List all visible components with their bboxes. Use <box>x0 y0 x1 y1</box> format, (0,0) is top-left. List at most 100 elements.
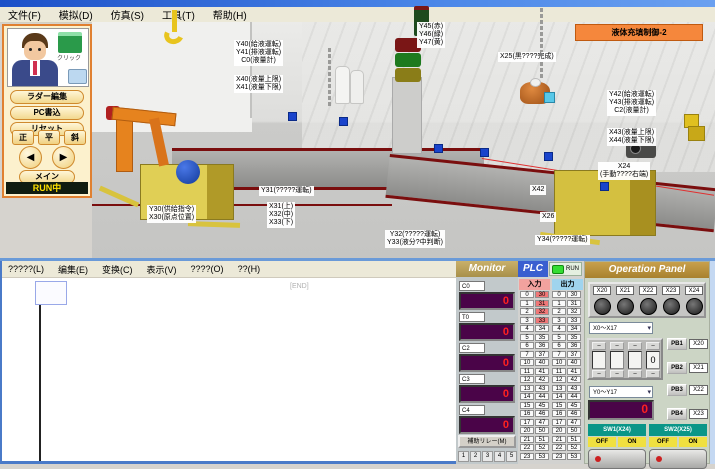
green-book <box>58 32 82 53</box>
monitor-title: Monitor <box>456 261 518 277</box>
push-button-pb3[interactable]: PB3 <box>667 384 687 396</box>
plc-input-cell: 15 <box>520 402 534 409</box>
toggle-knob[interactable] <box>617 298 634 315</box>
push-button-pb2[interactable]: PB2 <box>667 362 687 374</box>
thumbwheel-up-button[interactable]: – <box>592 342 606 350</box>
sim-device-label: Y30(供給指令)X30(原点位置) <box>147 205 196 223</box>
push-button-pb1[interactable]: PB1 <box>667 338 687 350</box>
sim-label-line: Y34(?????運転) <box>537 236 588 244</box>
aux-relay-button[interactable]: 補助リレー(M) <box>458 435 516 448</box>
plc-output-cell: 5 <box>552 334 566 341</box>
thumbwheel-down-button[interactable]: – <box>592 370 606 378</box>
plc-input-cell: 30 <box>535 291 549 298</box>
menu-item[interactable]: 工具(T) <box>162 7 195 22</box>
toggle-knob[interactable] <box>594 298 611 315</box>
monitor-page-tab[interactable]: 1 <box>458 451 469 462</box>
menu-item[interactable]: 帮助(H) <box>213 7 247 22</box>
blue-sensor <box>480 148 489 157</box>
sim-device-label: Y31(?????運転) <box>259 186 314 196</box>
knob-strip: X20X21X22X23X24 <box>588 282 706 318</box>
switch-header: SW1(X24) <box>588 424 646 436</box>
sim-label-line: X26 <box>542 213 554 221</box>
monitor-page-tab[interactable]: 2 <box>470 451 481 462</box>
output-column-header: 出力 <box>552 279 583 290</box>
plc-output-cell: 15 <box>552 402 566 409</box>
sim-device-label: X43(液量上限)X44(液量下限) <box>607 128 656 146</box>
thumbwheel-down-button[interactable]: – <box>628 370 642 378</box>
knob-device-label: X21 <box>616 286 634 295</box>
sim-label-line: X30(原点位置) <box>149 214 194 222</box>
toggle-knob[interactable] <box>686 298 703 315</box>
view-button[interactable]: 平 <box>38 130 60 145</box>
menu-item[interactable]: 文件(F) <box>8 7 41 22</box>
plc-input-cell: 6 <box>520 342 534 349</box>
avatar-eye <box>38 48 41 51</box>
plc-output-cell: 42 <box>567 376 581 383</box>
plc-output-cell: 31 <box>567 300 581 307</box>
arrow-right-glyph[interactable]: ▶ <box>52 146 75 169</box>
menu-item[interactable]: 模拟(D) <box>59 7 93 22</box>
operation-panel-title: Operation Panel <box>585 262 709 278</box>
ladder-menu-item[interactable]: ??(H) <box>238 264 261 274</box>
ladder-menu-item[interactable]: ????(O) <box>191 264 224 274</box>
sim-label-line: Y32(?????運転) <box>387 231 443 239</box>
thumbwheel-down-button[interactable]: – <box>646 370 660 378</box>
chain <box>540 8 543 78</box>
ladder-menu-item[interactable]: 编集(E) <box>58 263 88 276</box>
panel-button[interactable]: PC書込 <box>10 106 84 120</box>
thumbwheel-down-button[interactable]: – <box>610 370 624 378</box>
panel-button[interactable]: ラダー編集 <box>10 90 84 104</box>
plc-output-cell: 47 <box>567 419 581 426</box>
ladder-menu-item[interactable]: 表示(V) <box>147 263 177 276</box>
view-button[interactable]: 斜 <box>64 130 86 145</box>
monitor-value-lcd: 0 <box>459 354 515 372</box>
menu-item[interactable]: 仿真(S) <box>111 7 144 22</box>
plc-input-cell: 0 <box>520 291 534 298</box>
switch-off-on-row: OFFON <box>588 437 646 447</box>
rocker-switch[interactable] <box>649 449 707 469</box>
top-menubar: 文件(F) 模拟(D) 仿真(S) 工具(T) 帮助(H) <box>0 7 715 23</box>
thumbwheel-up-button[interactable]: – <box>646 342 660 350</box>
ladder-menu-item[interactable]: ?????(L) <box>8 264 44 274</box>
push-button-device: X22 <box>689 385 708 395</box>
plc-input-cell: 1 <box>520 300 534 307</box>
ladder-editor[interactable]: ?????(L)编集(E)变换(C)表示(V)????(O)??(H) [END… <box>0 261 456 464</box>
plc-input-cell: 37 <box>535 351 549 358</box>
y-device-select[interactable]: Y0～Y17 <box>589 386 653 398</box>
plc-output-cell: 53 <box>567 453 581 460</box>
instructor-avatar: クリック <box>7 28 89 87</box>
data-display-lcd: 0 <box>588 400 654 420</box>
thumbwheel-switch: –––––––0– <box>587 338 663 380</box>
toggle-knob[interactable] <box>640 298 657 315</box>
thumbwheel-up-button[interactable]: – <box>610 342 624 350</box>
plc-input-cell: 43 <box>535 385 549 392</box>
avatar-tie <box>33 61 37 75</box>
monitor-device-name: C4 <box>459 405 485 415</box>
arrow-left-glyph[interactable]: ◀ <box>19 146 42 169</box>
sim-label-line: Y40(給液運転) <box>236 41 281 49</box>
view-button[interactable]: 正 <box>12 130 34 145</box>
plc-output-cell: 16 <box>552 410 566 417</box>
toggle-knob[interactable] <box>663 298 680 315</box>
blue-sensor <box>544 152 553 161</box>
sim-device-label: X26 <box>540 212 556 222</box>
plc-input-cell: 33 <box>535 317 549 324</box>
push-button-pb4[interactable]: PB4 <box>667 408 687 420</box>
x-device-select[interactable]: X0～X17 <box>589 322 653 334</box>
ladder-left-rail <box>39 283 41 461</box>
monitor-page-tab[interactable]: 5 <box>506 451 517 462</box>
sim-label-line: Y42(給液運転) <box>609 91 654 99</box>
view-buttons-row: 正平斜 <box>12 130 88 144</box>
rocker-switch[interactable] <box>588 449 646 469</box>
thumbwheel-up-button[interactable]: – <box>628 342 642 350</box>
monitor-value-lcd: 0 <box>459 292 515 310</box>
plc-input-cell: 22 <box>520 444 534 451</box>
monitor-value-lcd: 0 <box>459 385 515 403</box>
plc-output-cell: 23 <box>552 453 566 460</box>
monitor-device-name: C0 <box>459 281 485 291</box>
monitor-page-tab[interactable]: 3 <box>482 451 493 462</box>
plc-input-cell: 34 <box>535 325 549 332</box>
monitor-page-tab[interactable]: 4 <box>494 451 505 462</box>
ladder-menu-item[interactable]: 变换(C) <box>102 263 133 276</box>
ladder-cursor[interactable] <box>35 281 67 305</box>
